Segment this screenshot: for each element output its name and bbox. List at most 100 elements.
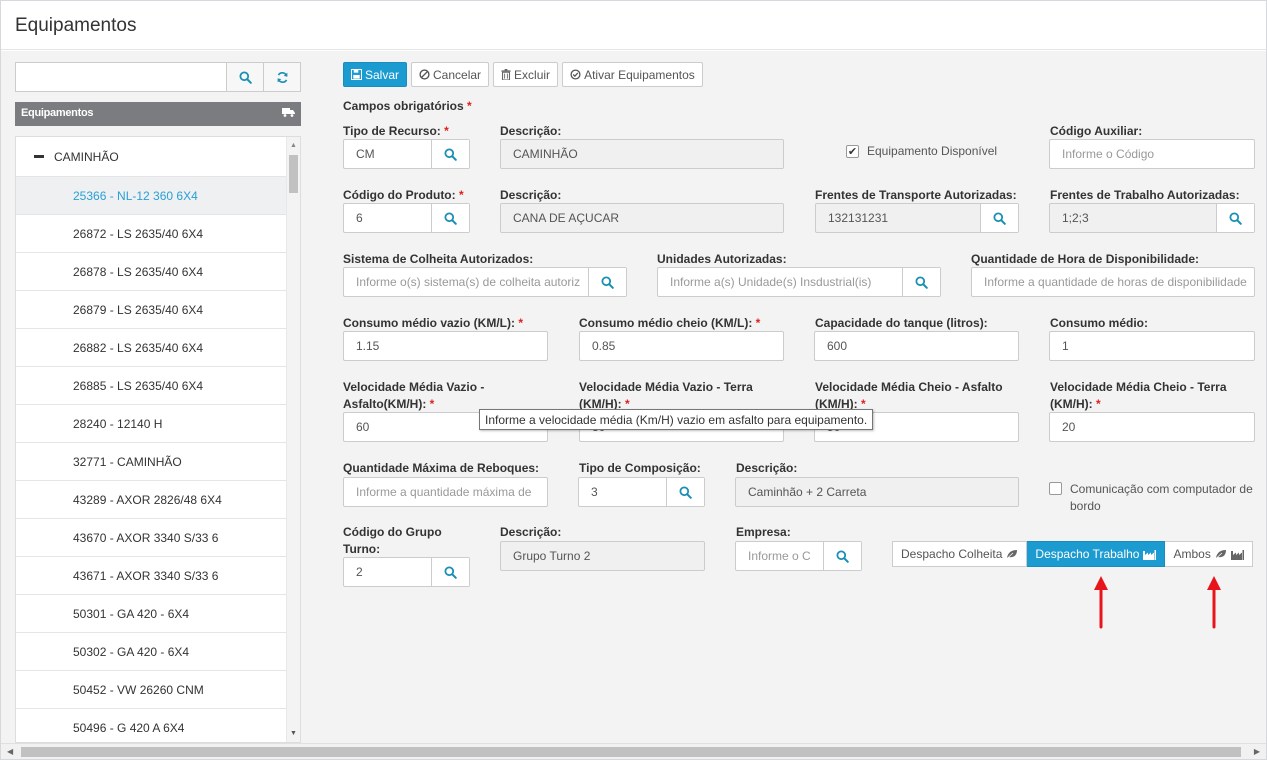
qtd-hora-label: Quantidade de Hora de Disponibilidade: (971, 252, 1200, 266)
checkbox-unchecked-icon[interactable] (1049, 482, 1062, 495)
empresa-search-button[interactable] (823, 542, 861, 570)
consumo-medio-field[interactable]: 1 (1049, 331, 1255, 361)
refresh-button[interactable] (263, 63, 300, 91)
frentes-trabalho-search-button[interactable] (1216, 204, 1254, 232)
horizontal-scrollbar[interactable]: ◀ ▶ (1, 743, 1266, 759)
equipment-tree: CAMINHÃO 25366 - NL-12 360 6X4 26872 - L… (15, 136, 301, 743)
search-icon (836, 549, 849, 563)
scroll-right-icon[interactable]: ▶ (1254, 747, 1260, 756)
trash-icon (501, 69, 511, 80)
consumo-vazio-label: Consumo médio vazio (KM/L): * (343, 316, 524, 330)
codigo-produto-search-button[interactable] (431, 204, 469, 232)
codigo-produto-field: 6 (343, 203, 470, 233)
equipamento-disponivel-label: Equipamento Disponível (867, 144, 998, 158)
frentes-transporte-search-button[interactable] (980, 204, 1018, 232)
comunicacao-checkbox[interactable]: Comunicação com computador de bordo (1049, 481, 1255, 515)
unidades-search-button[interactable] (902, 268, 940, 296)
tree-item[interactable]: 28240 - 12140 H (16, 405, 286, 443)
tree-item[interactable]: 32771 - CAMINHÃO (16, 443, 286, 481)
ambos-option[interactable]: Ambos (1165, 541, 1253, 567)
despacho-trabalho-label: Despacho Trabalho (1035, 547, 1140, 561)
capacidade-tanque-field[interactable]: 600 (814, 331, 1019, 361)
search-icon (1229, 211, 1242, 225)
red-arrow-annotation (1207, 576, 1221, 629)
sistema-colheita-input[interactable]: Informe o(s) sistema(s) de colheita auto… (344, 275, 588, 289)
qtd-hora-field[interactable]: Informe a quantidade de horas de disponi… (971, 267, 1255, 297)
grupo-turno-label: Código do Grupo Turno: (343, 525, 442, 556)
sidebar-header-title: Equipamentos (21, 107, 94, 119)
tree-item[interactable]: 26879 - LS 2635/40 6X4 (16, 291, 286, 329)
descricao-recurso-value: CAMINHÃO (513, 147, 578, 161)
tree-item[interactable]: 50452 - VW 26260 CNM (16, 671, 286, 709)
equipamento-disponivel-checkbox[interactable]: ✔ Equipamento Disponível (846, 144, 997, 158)
tipo-recurso-search-button[interactable] (431, 140, 469, 168)
cancel-button[interactable]: Cancelar (411, 62, 490, 87)
unidades-field: Informe a(s) Unidade(s) Insdustrial(is) (657, 267, 941, 297)
delete-button[interactable]: Excluir (493, 62, 559, 87)
vel-vazio-terra-label: Velocidade Média Vazio - Terra (KM/H): * (579, 380, 753, 411)
collapse-icon[interactable] (34, 155, 44, 158)
tree-scrollbar[interactable]: ▲ ▼ (286, 137, 300, 742)
qtd-reboques-label: Quantidade Máxima de Reboques: (343, 461, 540, 475)
frentes-transporte-label: Frentes de Transporte Autorizadas: (815, 188, 1017, 202)
search-icon (993, 211, 1006, 225)
tipo-recurso-label: Tipo de Recurso: * (343, 124, 449, 138)
vel-cheio-terra-field[interactable]: 20 (1049, 412, 1255, 442)
velocidade-tooltip: Informe a velocidade média (Km/H) vazio … (479, 409, 874, 430)
descricao-produto-label: Descrição: (500, 188, 562, 202)
tree-item[interactable]: 43671 - AXOR 3340 S/33 6 (16, 557, 286, 595)
codigo-auxiliar-placeholder: Informe o Código (1062, 147, 1155, 161)
checkbox-checked-icon[interactable]: ✔ (846, 145, 859, 158)
despacho-colheita-option[interactable]: Despacho Colheita (892, 541, 1028, 567)
horizontal-scroll-thumb[interactable] (21, 747, 1241, 757)
consumo-vazio-field[interactable]: 1.15 (343, 331, 548, 361)
page-title: Equipamentos (15, 15, 137, 36)
consumo-cheio-field[interactable]: 0.85 (579, 331, 784, 361)
tree-item[interactable]: 50496 - G 420 A 6X4 (16, 709, 286, 742)
save-button[interactable]: Salvar (343, 62, 408, 87)
search-button[interactable] (226, 63, 263, 91)
tree-scroll-thumb[interactable] (289, 155, 298, 193)
descricao-composicao-field: Caminhão + 2 Carreta (735, 477, 1019, 507)
codigo-produto-input[interactable]: 6 (344, 211, 431, 225)
scroll-left-icon[interactable]: ◀ (7, 747, 13, 756)
tree-item[interactable]: 43289 - AXOR 2826/48 6X4 (16, 481, 286, 519)
tree-item[interactable]: 50302 - GA 420 - 6X4 (16, 633, 286, 671)
page-header: Equipamentos (1, 1, 1266, 50)
tipo-composicao-search-button[interactable] (666, 478, 704, 506)
scroll-up-icon[interactable]: ▲ (290, 142, 297, 149)
scroll-down-icon[interactable]: ▼ (290, 730, 297, 737)
frentes-transporte-field: 132131231 (815, 203, 1019, 233)
activate-equipment-button[interactable]: Ativar Equipamentos (562, 62, 703, 87)
descricao-recurso-field: CAMINHÃO (500, 139, 784, 169)
frentes-trabalho-label: Frentes de Trabalho Autorizadas: (1050, 188, 1240, 202)
qtd-reboques-field[interactable]: Informe a quantidade máxima de (343, 477, 548, 507)
empresa-input[interactable]: Informe o C (736, 549, 823, 563)
codigo-auxiliar-field[interactable]: Informe o Código (1049, 139, 1255, 169)
sistema-colheita-label: Sistema de Colheita Autorizados: (343, 252, 534, 266)
consumo-medio-value: 1 (1062, 339, 1069, 353)
tipo-recurso-input[interactable]: CM (344, 147, 431, 161)
tree-item[interactable]: 26882 - LS 2635/40 6X4 (16, 329, 286, 367)
sidebar-header: Equipamentos (15, 102, 301, 126)
tree-item[interactable]: 43670 - AXOR 3340 S/33 6 (16, 519, 286, 557)
consumo-cheio-label: Consumo médio cheio (KM/L): * (579, 316, 761, 330)
sistema-colheita-search-button[interactable] (588, 268, 626, 296)
grupo-turno-input[interactable]: 2 (344, 565, 431, 579)
unidades-input[interactable]: Informe a(s) Unidade(s) Insdustrial(is) (658, 275, 902, 289)
tree-item[interactable]: 26872 - LS 2635/40 6X4 (16, 215, 286, 253)
tree-group-caminhao[interactable]: CAMINHÃO (16, 137, 300, 177)
despacho-trabalho-option[interactable]: Despacho Trabalho (1027, 541, 1166, 567)
industry-icon (1230, 549, 1244, 560)
codigo-produto-label: Código do Produto: * (343, 188, 464, 202)
grupo-turno-search-button[interactable] (431, 558, 469, 586)
tipo-composicao-input[interactable]: 3 (579, 485, 666, 499)
sistema-colheita-field: Informe o(s) sistema(s) de colheita auto… (343, 267, 627, 297)
tree-item[interactable]: 26878 - LS 2635/40 6X4 (16, 253, 286, 291)
tree-item[interactable]: 50301 - GA 420 - 6X4 (16, 595, 286, 633)
tree-item[interactable]: 25366 - NL-12 360 6X4 (16, 177, 286, 215)
search-icon (679, 485, 692, 499)
search-icon (444, 565, 457, 579)
tree-item[interactable]: 26885 - LS 2635/40 6X4 (16, 367, 286, 405)
equipment-search-input[interactable] (16, 63, 226, 91)
